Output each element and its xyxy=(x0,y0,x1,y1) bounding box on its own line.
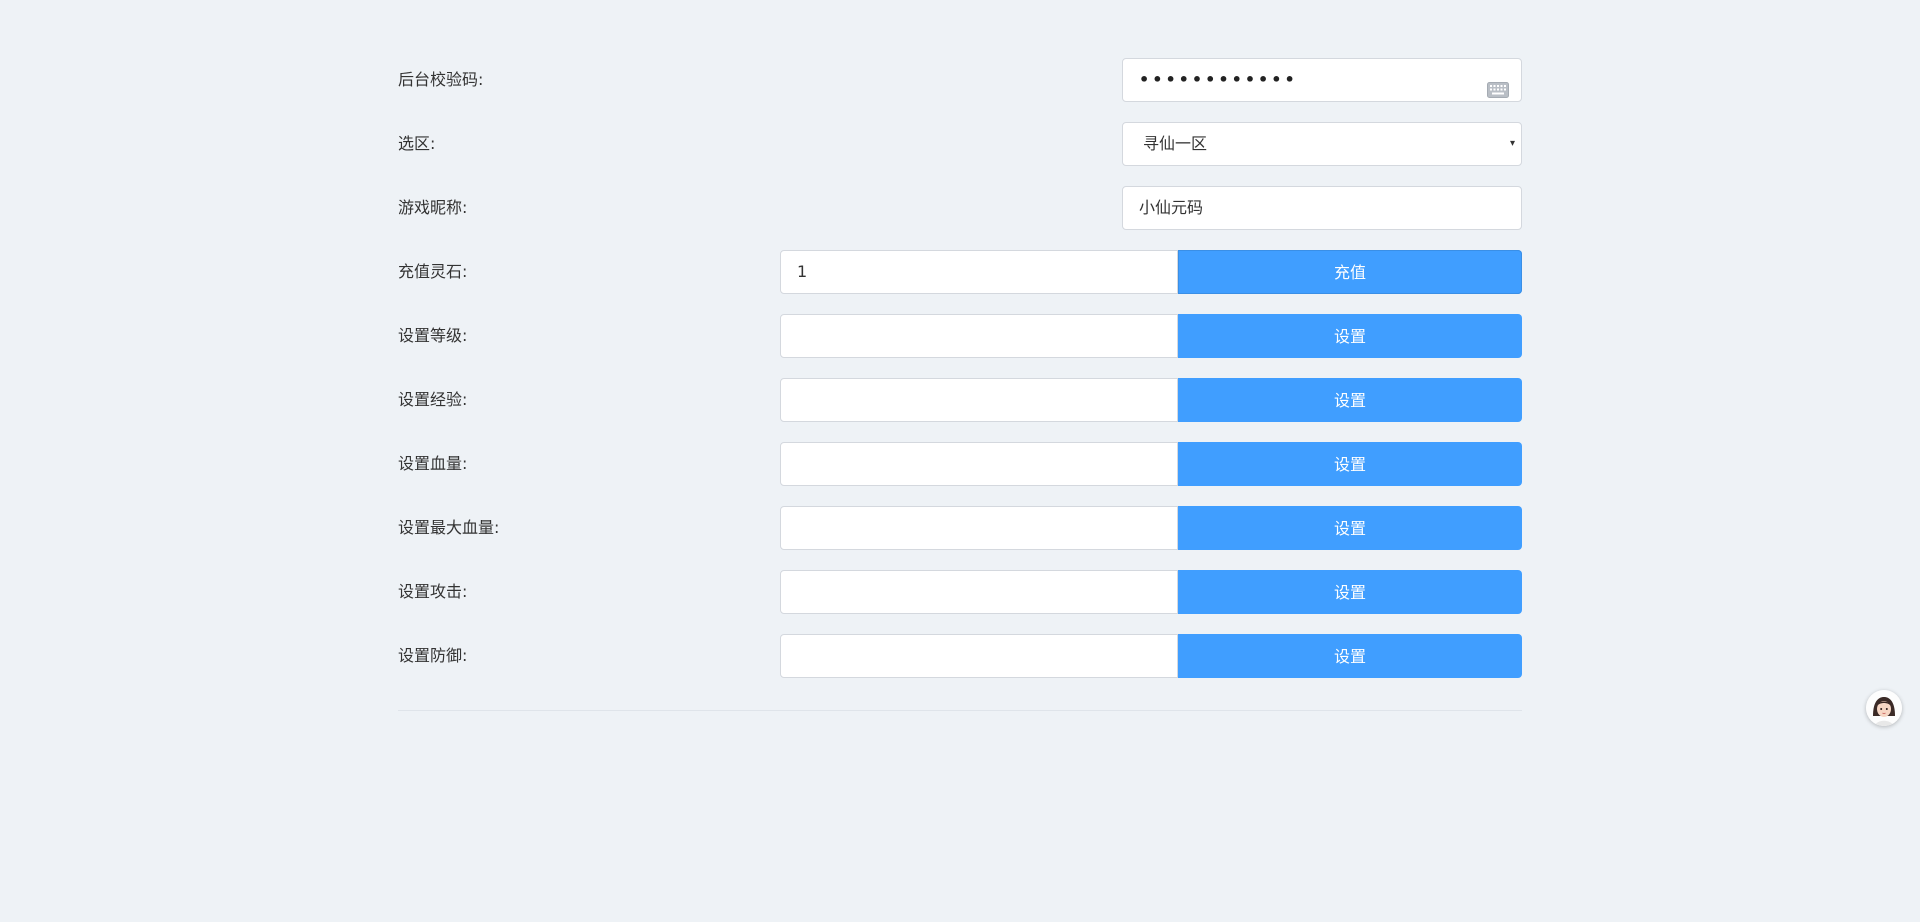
set-level-label: 设置等级: xyxy=(398,326,468,345)
set-max-hp-input[interactable] xyxy=(780,506,1178,550)
region-label: 选区: xyxy=(398,134,436,153)
recharge-amount-input[interactable]: 1 xyxy=(780,250,1178,294)
verify-code-row: 后台校验码: •••••••••••• xyxy=(398,58,1522,102)
recharge-amount-value: 1 xyxy=(797,262,808,281)
set-max-hp-button[interactable]: 设置 xyxy=(1178,506,1522,550)
set-defense-button[interactable]: 设置 xyxy=(1178,634,1522,678)
nickname-value: 小仙元码 xyxy=(1139,198,1204,217)
chevron-down-icon: ▾ xyxy=(1509,138,1515,149)
set-defense-input[interactable] xyxy=(780,634,1178,678)
nickname-row: 游戏昵称: 小仙元码 xyxy=(398,186,1522,230)
recharge-button[interactable]: 充值 xyxy=(1178,250,1522,294)
set-level-input[interactable] xyxy=(780,314,1178,358)
region-selected-value: 寻仙一区 xyxy=(1143,134,1208,153)
recharge-label: 充值灵石: xyxy=(398,262,468,281)
keyboard-icon[interactable] xyxy=(1487,72,1509,98)
set-hp-row: 设置血量: 设置 xyxy=(398,442,1522,486)
nickname-input[interactable]: 小仙元码 xyxy=(1122,186,1522,230)
set-attack-button[interactable]: 设置 xyxy=(1178,570,1522,614)
set-attack-input[interactable] xyxy=(780,570,1178,614)
set-attack-row: 设置攻击: 设置 xyxy=(398,570,1522,614)
set-experience-input[interactable] xyxy=(780,378,1178,422)
set-hp-input[interactable] xyxy=(780,442,1178,486)
region-row: 选区: 寻仙一区 ▾ xyxy=(398,122,1522,166)
verify-code-input[interactable]: •••••••••••• xyxy=(1122,58,1522,102)
region-select[interactable]: 寻仙一区 ▾ xyxy=(1122,122,1522,166)
set-defense-label: 设置防御: xyxy=(398,646,468,665)
set-level-row: 设置等级: 设置 xyxy=(398,314,1522,358)
set-experience-button[interactable]: 设置 xyxy=(1178,378,1522,422)
form-divider xyxy=(398,710,1522,711)
verify-code-label: 后台校验码: xyxy=(398,70,484,89)
admin-form: 后台校验码: •••••••••••• 选区: 寻仙一区 ▾ 游戏昵称: 小仙元… xyxy=(398,58,1522,698)
set-max-hp-label: 设置最大血量: xyxy=(398,518,500,537)
page: 后台校验码: •••••••••••• 选区: 寻仙一区 ▾ 游戏昵称: 小仙元… xyxy=(0,0,1920,922)
set-experience-label: 设置经验: xyxy=(398,390,468,409)
set-max-hp-row: 设置最大血量: 设置 xyxy=(398,506,1522,550)
set-attack-label: 设置攻击: xyxy=(398,582,468,601)
verify-code-value: •••••••••••• xyxy=(1139,70,1298,89)
set-hp-label: 设置血量: xyxy=(398,454,468,473)
set-experience-row: 设置经验: 设置 xyxy=(398,378,1522,422)
set-defense-row: 设置防御: 设置 xyxy=(398,634,1522,678)
support-avatar-icon[interactable] xyxy=(1866,690,1902,726)
set-level-button[interactable]: 设置 xyxy=(1178,314,1522,358)
set-hp-button[interactable]: 设置 xyxy=(1178,442,1522,486)
recharge-row: 充值灵石: 1 充值 xyxy=(398,250,1522,294)
nickname-label: 游戏昵称: xyxy=(398,198,468,217)
